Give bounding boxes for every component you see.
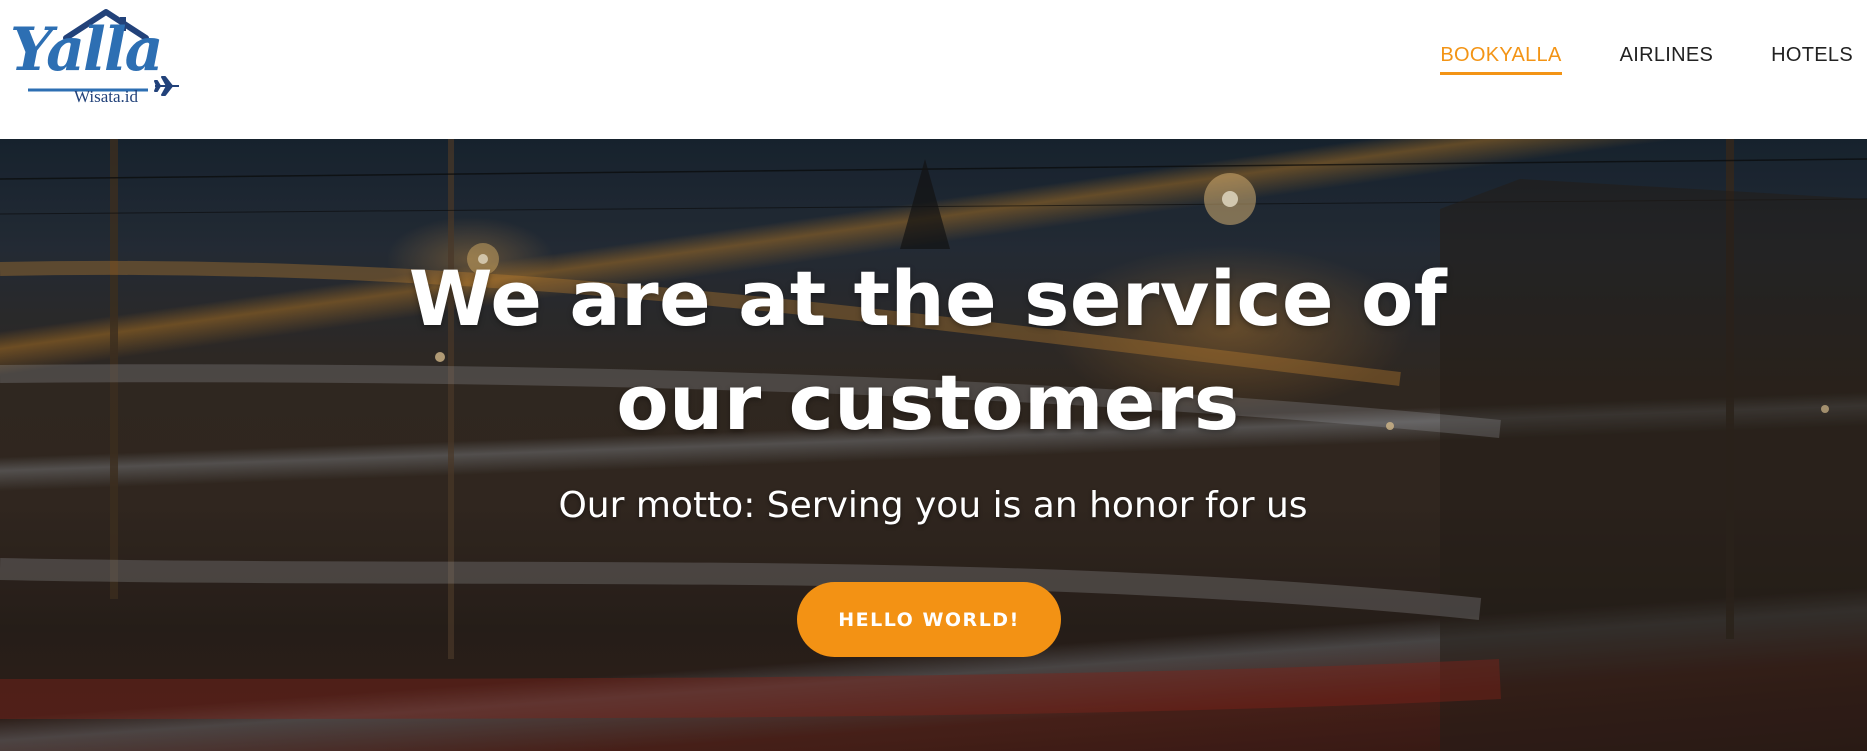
brand-subtitle: Wisata.id xyxy=(74,87,138,106)
nav-item-bookyalla[interactable]: BOOKYALLA xyxy=(1440,38,1562,75)
airplane-icon xyxy=(154,76,179,96)
site-header: Yalla Wisata.id BOOKYALLA AIRLINES HOTEL… xyxy=(0,0,1867,139)
nav-item-airlines[interactable]: AIRLINES xyxy=(1620,38,1714,75)
main-nav: BOOKYALLA AIRLINES HOTELS xyxy=(1440,0,1867,113)
hello-world-button[interactable]: HELLO WORLD! xyxy=(797,582,1061,657)
hero-subtitle: Our motto: Serving you is an honor for u… xyxy=(558,485,1308,526)
brand-name: Yalla xyxy=(10,15,164,85)
hero-content: We are at the service of our customers O… xyxy=(0,139,1867,751)
hero-section: We are at the service of our customers O… xyxy=(0,139,1867,751)
nav-item-hotels[interactable]: HOTELS xyxy=(1771,38,1853,75)
hero-title: We are at the service of our customers xyxy=(408,254,1448,447)
brand-logo[interactable]: Yalla Wisata.id xyxy=(8,6,183,110)
